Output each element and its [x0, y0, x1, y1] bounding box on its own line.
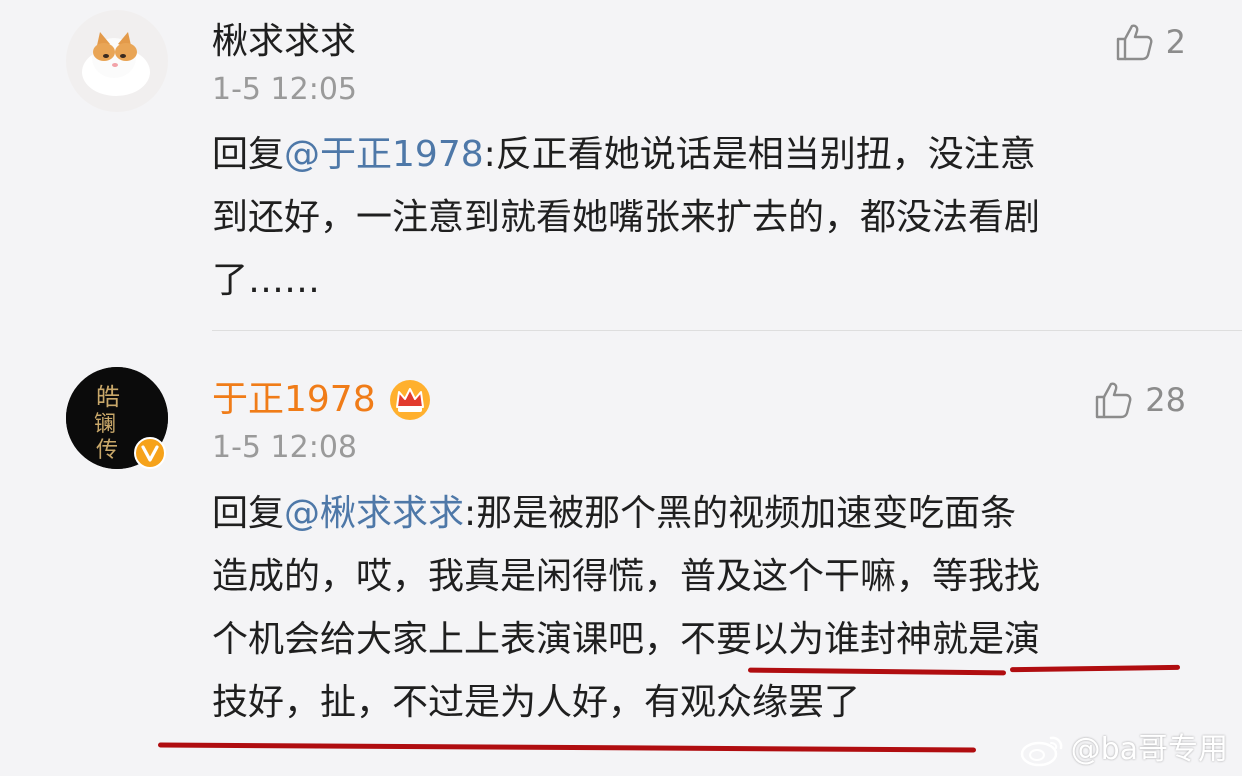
comment-timestamp: 1-5 12:05	[212, 72, 357, 107]
comment-line: 回复@于正1978:反正看她说话是相当别扭，没注意	[212, 123, 1192, 186]
comment-text: 技好，扯，不过是为人好，有观众缘罢了	[212, 682, 861, 723]
weibo-logo-icon	[1020, 736, 1062, 767]
watermark: @ba哥专用	[1019, 732, 1228, 768]
like-count: 2	[1165, 23, 1186, 61]
like-count: 28	[1145, 381, 1186, 419]
comment-item: 楸求求求 1-5 12:05 2 回复@于正1978:反正看她说话是相当别扭，没…	[0, 0, 1242, 330]
thumbs-up-icon	[1096, 382, 1132, 419]
kitten-avatar-icon	[66, 10, 168, 112]
reply-prefix: 回复	[212, 493, 285, 534]
watermark-text: @ba哥专用	[1070, 732, 1228, 767]
comment-timestamp: 1-5 12:08	[212, 430, 357, 465]
comment-body: 回复@于正1978:反正看她说话是相当别扭，没注意 到还好，一注意到就看她嘴张来…	[212, 123, 1192, 312]
svg-text:传: 传	[96, 438, 118, 463]
avatar[interactable]: 皓 镧 传	[66, 367, 168, 469]
comment-text: :那是被那个黑的视频加速变吃面条	[464, 493, 1017, 534]
crown-icon	[389, 380, 430, 420]
like-button[interactable]: 2	[1114, 22, 1186, 62]
comment-text: 个机会给大家上上表演课吧，不要以为谁封神就是演	[212, 619, 1041, 660]
mention-link[interactable]: @于正1978	[284, 134, 484, 175]
comment-username[interactable]: 楸求求求	[212, 20, 356, 64]
comment-thread: 楸求求求 1-5 12:05 2 回复@于正1978:反正看她说话是相当别扭，没…	[0, 0, 1242, 776]
avatar[interactable]	[66, 10, 168, 112]
like-button[interactable]: 28	[1093, 380, 1186, 420]
svg-text:镧: 镧	[94, 412, 116, 437]
comment-text: 造成的，哎，我真是闲得慌，普及这个干嘛，等我找	[212, 556, 1041, 597]
comment-text: :反正看她说话是相当别扭，没注意	[483, 134, 1036, 175]
reply-prefix: 回复	[212, 134, 285, 175]
vip-username[interactable]: 于正1978	[212, 378, 376, 422]
comment-text: 了……	[212, 260, 321, 301]
mention-link[interactable]: @楸求求求	[284, 493, 464, 534]
svg-text:皓: 皓	[96, 383, 120, 411]
comment-body: 回复@楸求求求:那是被那个黑的视频加速变吃面条 造成的，哎，我真是闲得慌，普及这…	[212, 482, 1192, 734]
thumbs-up-icon	[1116, 24, 1153, 61]
comment-username[interactable]: 于正1978	[212, 378, 432, 422]
comment-item: 皓 镧 传 于正1978 1-5 12:08 28 回复@楸求求求:那是被那个黑…	[0, 331, 1242, 776]
comment-line: 回复@楸求求求:那是被那个黑的视频加速变吃面条	[212, 482, 1192, 545]
comment-text: 到还好，一注意到就看她嘴张来扩去的，都没法看剧	[212, 197, 1041, 238]
verified-badge-icon	[134, 437, 166, 469]
